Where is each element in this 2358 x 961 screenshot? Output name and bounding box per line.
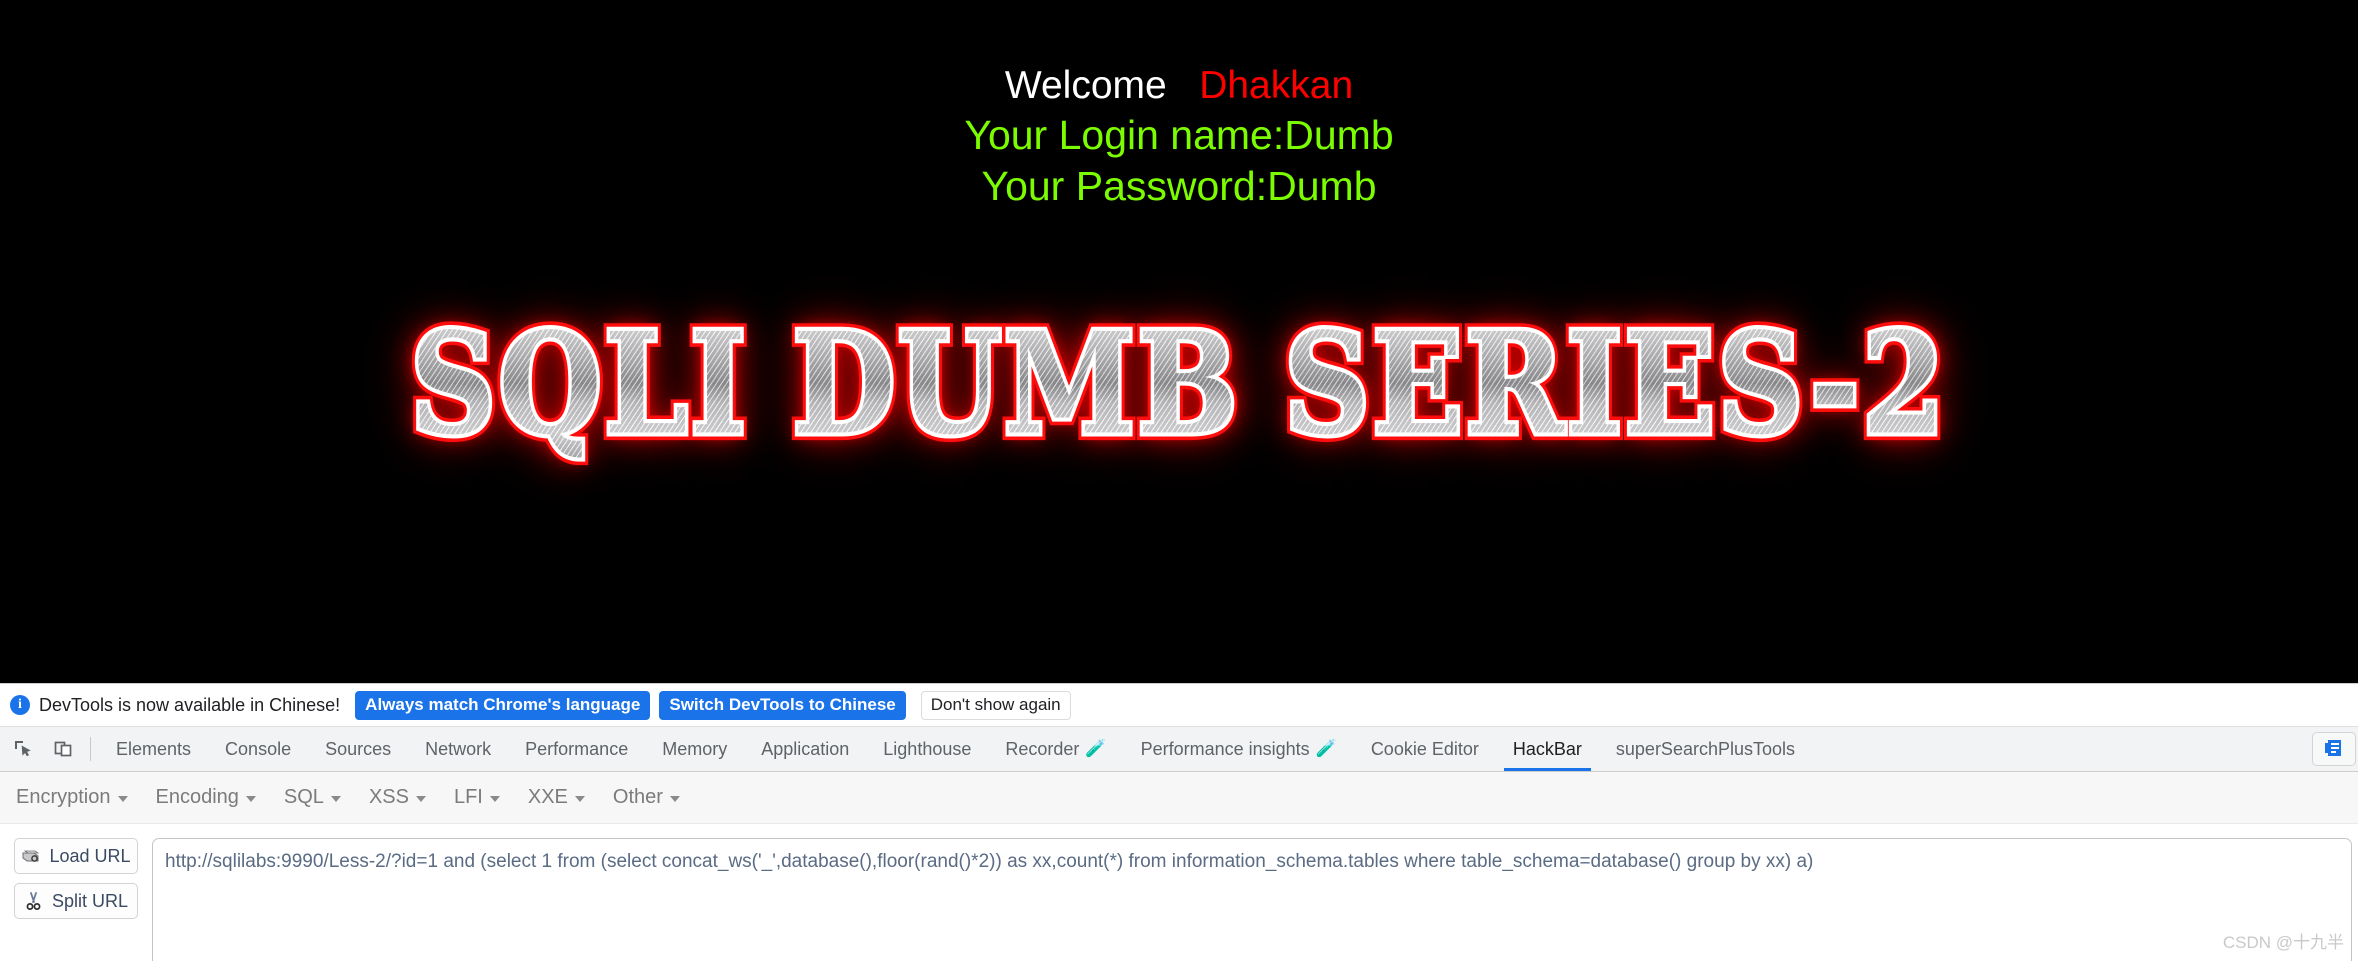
menu-label: XXE: [527, 786, 568, 808]
menu-label: LFI: [453, 786, 483, 808]
welcome-spacer: [1167, 64, 1200, 107]
tab-console[interactable]: Console: [208, 727, 308, 771]
tab-lighthouse[interactable]: Lighthouse: [866, 727, 988, 771]
switch-to-chinese-button[interactable]: Switch DevTools to Chinese: [659, 690, 906, 720]
hackbar-menu-encoding[interactable]: Encoding: [156, 782, 272, 813]
tab-cookie-editor[interactable]: Cookie Editor: [1354, 727, 1496, 771]
url-input[interactable]: [152, 838, 2352, 961]
tab-label: Lighthouse: [883, 738, 972, 759]
split-url-button[interactable]: Split URL: [14, 883, 138, 919]
tab-application[interactable]: Application: [744, 727, 866, 771]
tab-label: superSearchPlusTools: [1615, 738, 1796, 759]
devtools-notification-bar: i DevTools is now available in Chinese! …: [0, 684, 2358, 726]
hackbar-menu-lfi[interactable]: LFI: [454, 782, 516, 813]
welcome-greeting: Welcome: [1004, 64, 1167, 107]
device-toolbar-icon[interactable]: [46, 732, 80, 766]
button-label: Load URL: [49, 845, 131, 866]
tab-label: Console: [225, 738, 292, 759]
welcome-greeting-line: Welcome Dhakkan: [0, 62, 2358, 110]
tab-performance[interactable]: Performance: [508, 727, 645, 771]
tab-label: HackBar: [1512, 738, 1582, 759]
chevron-down-icon: [415, 796, 426, 802]
welcome-block: Welcome Dhakkan Your Login name:Dumb You…: [0, 62, 2358, 212]
tab-label: Performance insights: [1140, 738, 1310, 759]
chevron-down-icon: [245, 796, 256, 802]
menu-label: SQL: [283, 786, 324, 808]
hackbar-menubar: Encryption Encoding SQL XSS LFI XXE Othe…: [0, 772, 2358, 824]
hackbar-action-buttons: Load URL Split URL: [14, 838, 138, 919]
toolbar-divider: [90, 737, 91, 761]
tab-memory[interactable]: Memory: [645, 727, 744, 771]
chevron-down-icon: [330, 796, 341, 802]
tab-label: Recorder: [1005, 738, 1080, 759]
hackbar-menu-xss[interactable]: XSS: [369, 782, 442, 813]
tab-label: Cookie Editor: [1370, 738, 1479, 759]
tab-elements[interactable]: Elements: [99, 727, 208, 771]
menu-label: Encoding: [155, 786, 239, 808]
menu-label: Encryption: [16, 786, 111, 808]
banner-title-wrap: SQLI DUMB SERIES-2 SQLI DUMB SERIES-2 SQ…: [0, 294, 2358, 480]
extension-icon[interactable]: [2312, 732, 2356, 766]
tab-sources[interactable]: Sources: [308, 727, 408, 771]
hackbar-menu-encryption[interactable]: Encryption: [16, 782, 144, 813]
chevron-down-icon: [489, 796, 500, 802]
devtools-tabstrip: Elements Console Sources Network Perform…: [0, 726, 2358, 772]
load-url-button[interactable]: Load URL: [14, 838, 138, 874]
tab-label: Application: [761, 738, 850, 759]
hackbar-menu-other[interactable]: Other: [613, 782, 696, 813]
hackbar-body: Load URL Split URL: [0, 824, 2358, 961]
experiment-flask-icon: 🧪: [1315, 739, 1337, 758]
tab-label: Network: [425, 738, 492, 759]
tab-hackbar[interactable]: HackBar: [1496, 727, 1599, 771]
split-url-scissors-icon: [24, 892, 44, 910]
tab-supersearchplustools[interactable]: superSearchPlusTools: [1599, 727, 1812, 771]
banner-title: SQLI DUMB SERIES-2 SQLI DUMB SERIES-2 SQ…: [404, 294, 1951, 473]
browser-window: Welcome Dhakkan Your Login name:Dumb You…: [0, 0, 2358, 961]
menu-label: Other: [612, 786, 663, 808]
always-match-language-button[interactable]: Always match Chrome's language: [355, 690, 651, 720]
chevron-down-icon: [117, 796, 128, 802]
devtools-tool-icons: [0, 727, 88, 771]
page-viewport: Welcome Dhakkan Your Login name:Dumb You…: [0, 0, 2358, 683]
inspect-element-icon[interactable]: [6, 732, 40, 766]
hackbar-menu-xxe[interactable]: XXE: [528, 782, 601, 813]
experiment-flask-icon: 🧪: [1085, 739, 1107, 758]
notification-message: DevTools is now available in Chinese!: [39, 694, 341, 715]
hackbar-panel: Encryption Encoding SQL XSS LFI XXE Othe…: [0, 772, 2358, 961]
dont-show-again-button[interactable]: Don't show again: [920, 690, 1071, 720]
devtools-tabs: Elements Console Sources Network Perform…: [99, 727, 2358, 771]
tab-recorder[interactable]: Recorder 🧪: [988, 727, 1123, 771]
menu-label: XSS: [368, 786, 409, 808]
devtools-panel: i DevTools is now available in Chinese! …: [0, 683, 2358, 961]
tab-label: Elements: [116, 738, 192, 759]
password-line: Your Password:Dumb: [981, 163, 1377, 210]
tab-label: Sources: [325, 738, 392, 759]
info-circle-icon: i: [10, 695, 30, 715]
banner-title-face: SQLI DUMB SERIES-2: [410, 301, 1948, 466]
tabstrip-right-actions: [2312, 727, 2358, 771]
tab-network[interactable]: Network: [408, 727, 508, 771]
tab-label: Memory: [662, 738, 728, 759]
login-name-line: Your Login name:Dumb: [964, 112, 1394, 159]
hackbar-menu-sql[interactable]: SQL: [284, 782, 357, 813]
tab-performance-insights[interactable]: Performance insights 🧪: [1124, 727, 1354, 771]
chevron-down-icon: [669, 796, 680, 802]
chevron-down-icon: [574, 796, 585, 802]
load-url-disk-icon: [21, 847, 41, 865]
button-label: Split URL: [51, 890, 129, 911]
welcome-username: Dhakkan: [1199, 64, 1354, 107]
tab-label: Performance: [525, 738, 629, 759]
